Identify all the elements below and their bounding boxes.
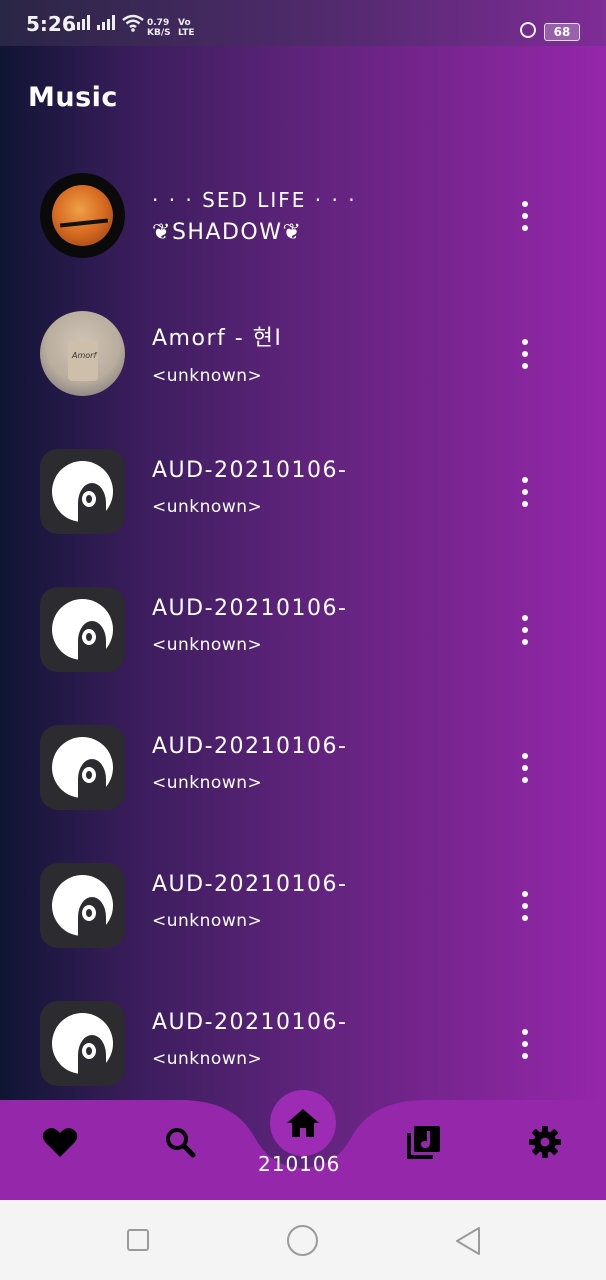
- net-speed: 0.79 KB/S: [147, 18, 171, 38]
- app-logo-icon: [52, 461, 113, 523]
- album-art-text: Amorf: [72, 351, 97, 360]
- home-button[interactable]: [270, 1090, 336, 1156]
- song-item[interactable]: AUD-20210106- <unknown>: [0, 720, 606, 858]
- song-title: AUD-20210106-: [152, 734, 348, 759]
- song-list: · · · SED LIFE · · · ❦SHADOW❦ Amorf Amor…: [0, 168, 606, 1134]
- app-logo-icon: [52, 737, 113, 799]
- more-options-icon[interactable]: [515, 1029, 535, 1059]
- more-options-icon[interactable]: [515, 753, 535, 783]
- home-icon: [287, 1109, 319, 1137]
- favorites-button[interactable]: [40, 1124, 80, 1160]
- song-info: Amorf - 현I <unknown>: [152, 320, 282, 386]
- search-icon: [166, 1128, 196, 1158]
- song-artist: <unknown>: [152, 773, 263, 793]
- page-title: Music: [28, 82, 118, 113]
- app-logo-icon: [52, 599, 113, 661]
- settings-button[interactable]: [525, 1124, 565, 1160]
- song-info: AUD-20210106- <unknown>: [152, 734, 347, 793]
- album-art: [40, 863, 125, 948]
- song-item[interactable]: AUD-20210106- <unknown>: [0, 858, 606, 996]
- net-speed-unit: KB/S: [147, 28, 171, 38]
- album-art: [40, 587, 125, 672]
- more-options-icon[interactable]: [515, 615, 535, 645]
- song-info: AUD-20210106- <unknown>: [152, 1010, 347, 1069]
- song-title: AUD-20210106-: [152, 458, 348, 483]
- recent-apps-button[interactable]: [127, 1229, 149, 1251]
- signal-icon-sim1: [72, 14, 90, 30]
- volte-top: Vo: [178, 18, 191, 28]
- signal-icon-sim2: [97, 14, 115, 30]
- app-screen: 5:26 0.79 KB/S Vo LTE 68 Music · · · SED…: [0, 0, 606, 1200]
- system-navigation-bar: [0, 1200, 606, 1280]
- net-speed-value: 0.79: [147, 18, 170, 28]
- song-title: AUD-20210106-: [152, 596, 348, 621]
- more-options-icon[interactable]: [515, 201, 535, 231]
- song-title: AUD-20210106-: [152, 872, 348, 897]
- moon-art: [52, 185, 113, 246]
- wifi-icon: [122, 14, 144, 32]
- album-art: [40, 449, 125, 534]
- song-title: · · · SED LIFE · · ·: [152, 188, 357, 212]
- status-bar: 5:26 0.79 KB/S Vo LTE 68: [0, 0, 606, 46]
- more-options-icon[interactable]: [515, 477, 535, 507]
- back-button[interactable]: [454, 1226, 482, 1256]
- volte-bottom: LTE: [178, 28, 195, 38]
- album-art: [40, 173, 125, 258]
- song-item[interactable]: · · · SED LIFE · · · ❦SHADOW❦: [0, 168, 606, 306]
- song-info: AUD-20210106- <unknown>: [152, 596, 347, 655]
- app-logo-icon: [52, 875, 113, 937]
- status-time: 5:26: [26, 12, 76, 36]
- song-artist: <unknown>: [152, 497, 263, 517]
- swirl-left-icon: ❦: [152, 220, 172, 245]
- song-subtitle: ❦SHADOW❦: [152, 220, 302, 245]
- album-art: Amorf: [40, 311, 125, 396]
- bottom-navigation: 210106: [0, 1090, 606, 1200]
- search-button[interactable]: [160, 1124, 200, 1160]
- song-info: AUD-20210106- <unknown>: [152, 458, 347, 517]
- song-artist: <unknown>: [152, 1049, 263, 1069]
- playlist-button[interactable]: [404, 1124, 444, 1160]
- battery-indicator: 68: [544, 23, 580, 41]
- song-artist: <unknown>: [152, 366, 263, 386]
- more-options-icon[interactable]: [515, 339, 535, 369]
- album-art: [40, 1001, 125, 1086]
- song-item[interactable]: AUD-20210106- <unknown>: [0, 582, 606, 720]
- song-artist: <unknown>: [152, 911, 263, 931]
- volte-indicator: Vo LTE: [178, 18, 195, 38]
- song-subtitle-text: SHADOW: [171, 220, 283, 245]
- song-artist: <unknown>: [152, 635, 263, 655]
- playlist-icon: [407, 1126, 440, 1159]
- song-info: AUD-20210106- <unknown>: [152, 872, 347, 931]
- more-options-icon[interactable]: [515, 891, 535, 921]
- heart-icon: [42, 1128, 78, 1157]
- album-art: [40, 725, 125, 810]
- lock-rotation-icon: [520, 22, 536, 38]
- home-system-button[interactable]: [287, 1225, 318, 1256]
- song-title: Amorf - 현I: [152, 326, 283, 351]
- song-item[interactable]: AUD-20210106- <unknown>: [0, 444, 606, 582]
- shirt-art: [68, 341, 98, 381]
- gear-icon: [529, 1126, 561, 1158]
- song-item[interactable]: Amorf Amorf - 현I <unknown>: [0, 306, 606, 444]
- app-logo-icon: [52, 1013, 113, 1075]
- swirl-right-icon: ❦: [282, 220, 303, 245]
- song-title: AUD-20210106-: [152, 1010, 348, 1035]
